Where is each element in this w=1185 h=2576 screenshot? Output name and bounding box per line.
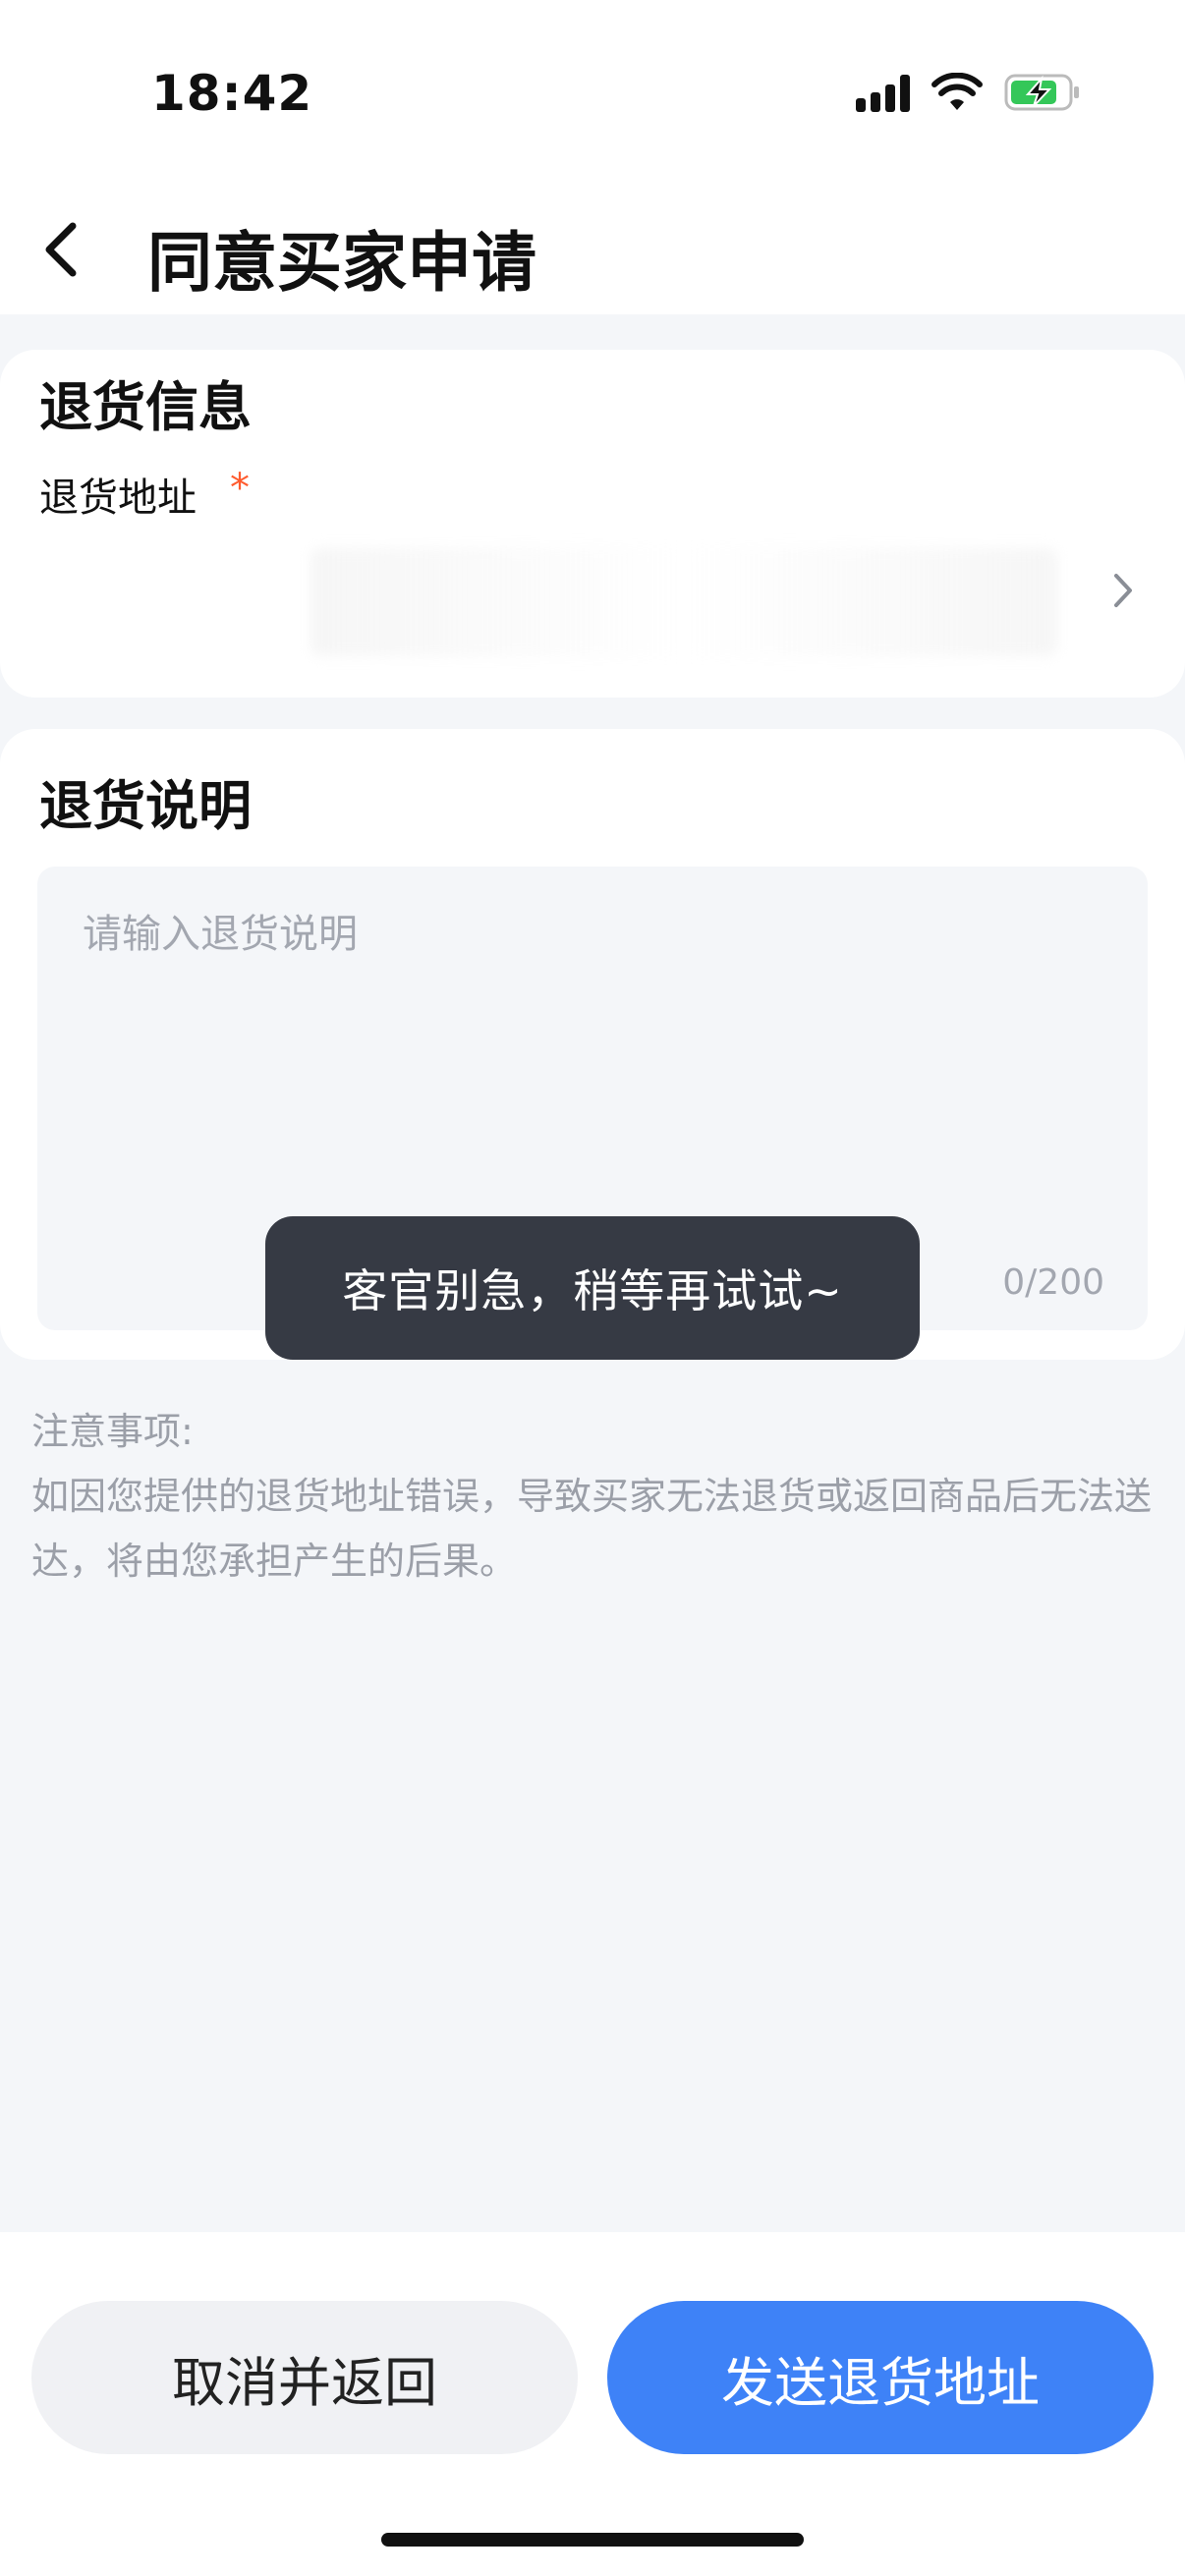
- return-address-value-redacted[interactable]: [310, 548, 1057, 656]
- home-indicator: [381, 2533, 804, 2547]
- return-address-label: 退货地址: [39, 476, 197, 521]
- chevron-right-icon[interactable]: [1108, 566, 1138, 615]
- return-description-placeholder: 请输入退货说明: [83, 912, 358, 957]
- character-counter: 0/200: [1002, 1262, 1104, 1303]
- required-mark: *: [230, 466, 250, 511]
- notice-body: 如因您提供的退货地址错误，导致买家无法退货或返回商品后无法送达，将由您承担产生的…: [31, 1475, 1153, 1583]
- notice: 注意事项: 如因您提供的退货地址错误，导致买家无法退货或返回商品后无法送达，将由…: [31, 1399, 1161, 1594]
- back-arrow-icon[interactable]: [37, 218, 86, 281]
- send-return-address-button[interactable]: 发送退货地址: [607, 2301, 1154, 2454]
- status-time: 18:42: [151, 65, 313, 122]
- battery-charging-icon: [1004, 74, 1079, 111]
- return-info-title: 退货信息: [39, 376, 252, 438]
- cellular-signal-icon: [856, 73, 910, 112]
- return-info-card: 退货信息 退货地址 *: [0, 350, 1185, 698]
- cancel-and-return-button[interactable]: 取消并返回: [31, 2301, 578, 2454]
- bottom-action-bar: 取消并返回 发送退货地址: [0, 2232, 1185, 2576]
- toast: 客官别急，稍等再试试~: [265, 1216, 920, 1360]
- wifi-icon: [931, 73, 983, 110]
- status-icons: [856, 73, 1081, 112]
- toast-message: 客官别急，稍等再试试~: [342, 1264, 843, 1317]
- page-title: 同意买家申请: [147, 225, 536, 301]
- notice-title: 注意事项:: [31, 1410, 194, 1453]
- return-description-title: 退货说明: [39, 775, 252, 837]
- top-area: 18:42 同意买家申请: [0, 0, 1185, 314]
